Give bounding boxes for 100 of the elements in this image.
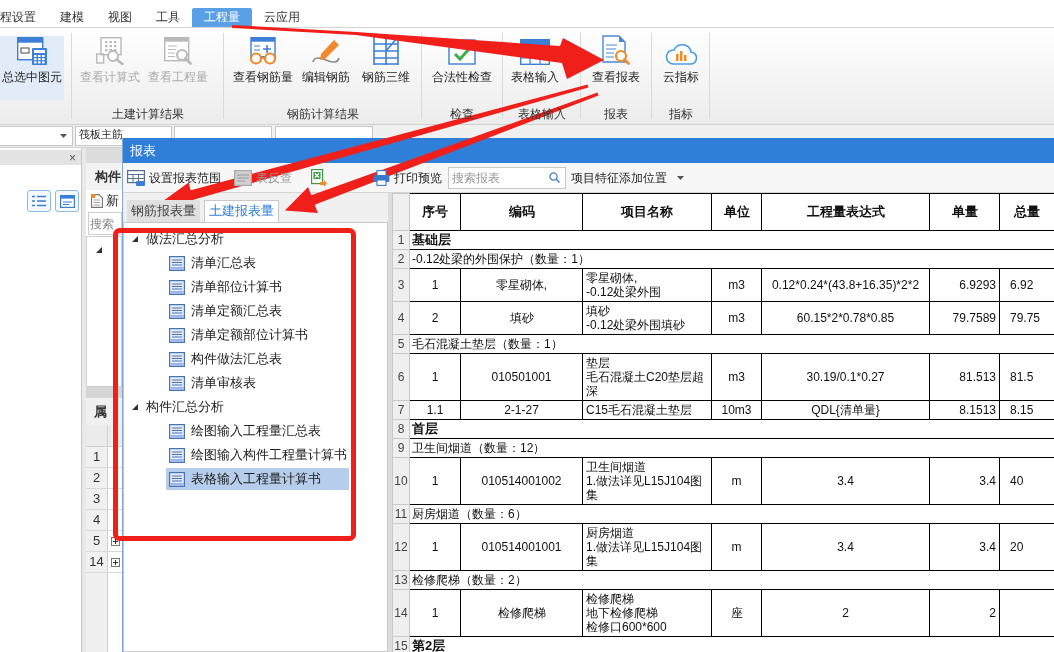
table-cell: 2-1-27 (460, 400, 583, 420)
window-view-button[interactable] (55, 190, 79, 212)
ribbon-button[interactable]: 云指标 (656, 36, 706, 100)
text-line: 1.做法详见L15J104图集 (586, 540, 704, 568)
search-field[interactable]: 搜索 (88, 212, 122, 235)
close-button[interactable]: × (69, 151, 76, 164)
tree-item[interactable]: 做法汇总分析 (145, 229, 225, 249)
dropdown-button[interactable]: 项目特征添加位置 (571, 168, 684, 187)
table-cell: 010501001 (460, 353, 583, 401)
table-cell: 1 (409, 268, 461, 302)
text-line: 垫层 (586, 356, 610, 370)
scaffold-icon (372, 37, 400, 65)
floor-heading: 基础层 (409, 230, 1054, 250)
text-line: 1.做法详见L15J104图集 (586, 474, 704, 502)
text-line: 毛石混凝土C20垫层超深 (586, 370, 705, 398)
grid-magnifier-icon (96, 37, 124, 65)
table-cell: 1 (409, 589, 461, 637)
group-label: 指标 (668, 106, 693, 123)
floor-heading: 首层 (409, 419, 1054, 439)
expand-caret-icon[interactable] (132, 404, 138, 410)
menu-tab[interactable]: 程设置 (0, 8, 48, 27)
table-cell: 81.513 (929, 353, 1000, 401)
ribbon-button[interactable]: 钢筋三维 (356, 36, 416, 100)
cloud-chart-icon (665, 44, 697, 65)
column-header: 单位 (711, 193, 762, 231)
tree-item[interactable]: 清单定额汇总表 (166, 300, 310, 322)
text-line: 检修爬梯 (586, 592, 634, 606)
table-cell: 1 (409, 353, 461, 401)
table-cell: 60.15*2*0.78*0.85 (761, 301, 930, 335)
splitter-bar[interactable] (86, 387, 122, 398)
list-icon (32, 195, 46, 207)
document-list-icon (169, 255, 185, 271)
menu-tab[interactable]: 建模 (48, 8, 96, 27)
table-cell: 填砂 (460, 301, 583, 335)
expand-caret-icon[interactable] (132, 236, 138, 242)
tree-item[interactable]: 表格输入工程量计算书 (166, 468, 349, 490)
table-cell: 3.4 (929, 457, 1000, 505)
row-number: 1 (86, 447, 108, 467)
table-cell: 1 (409, 457, 461, 505)
tree-item[interactable]: 构件汇总分析 (145, 397, 225, 417)
table-cell: m3 (711, 301, 762, 335)
tree-item[interactable]: 构件做法汇总表 (166, 348, 310, 370)
panel-title: 属 (94, 402, 107, 421)
table-cell: m (711, 523, 762, 571)
search-field[interactable]: 搜索报表 (448, 166, 566, 189)
tree-item[interactable]: 清单定额部位计算书 (166, 324, 336, 346)
column-header: 单量 (929, 193, 1000, 231)
table-cell: 零星砌体, (460, 268, 583, 302)
table-cell: 010514001002 (460, 457, 583, 505)
expand-plus-icon[interactable] (111, 536, 120, 546)
table-cell: 2 (929, 589, 1000, 637)
table-cell: 2 (409, 301, 461, 335)
document-list-icon (169, 423, 185, 439)
tab[interactable]: 钢筋报表量 (127, 200, 200, 222)
toolbar-button[interactable] (309, 166, 329, 189)
row-number: 4 (392, 301, 410, 335)
ribbon-button[interactable]: 查看钢筋量 (230, 36, 296, 100)
list-view-button[interactable] (27, 190, 51, 212)
text-line: C15毛石混凝土垫层 (586, 403, 692, 417)
expand-caret-icon[interactable] (96, 247, 102, 253)
text-line: 厨房烟道 (586, 526, 634, 540)
tree-item[interactable]: 绘图输入构件工程量计算书 (166, 444, 375, 466)
document-list-icon (169, 471, 185, 487)
menu-tab[interactable]: 工具 (144, 8, 192, 27)
ribbon-button[interactable]: 总选中图元 (0, 36, 64, 100)
table-cell: 座 (711, 589, 762, 637)
tree-item[interactable]: 清单审核表 (166, 372, 284, 394)
row-number: 2 (86, 468, 108, 488)
expand-plus-icon[interactable] (111, 557, 120, 567)
text-line: -0.12处梁外围填砂 (586, 318, 686, 332)
table-cell: 010514001001 (460, 523, 583, 571)
dropdown-caret-icon (60, 134, 67, 138)
menu-tab[interactable]: 云应用 (252, 8, 312, 27)
dropdown-field[interactable] (0, 126, 73, 146)
row-number: 6 (392, 353, 410, 401)
column-header: 总量 (999, 193, 1054, 231)
group-label: 土建计算结果 (111, 106, 184, 123)
table-cell: m3 (711, 353, 762, 401)
menu-tab[interactable]: 视图 (96, 8, 144, 27)
window-icon (59, 194, 75, 208)
group-label: 钢筋计算结果 (286, 106, 359, 123)
table-cell: 1 (409, 523, 461, 571)
text-line: 填砂 (586, 304, 610, 318)
table-cell: 10m3 (711, 400, 762, 420)
row-number: 5 (86, 531, 108, 551)
ribbon-button[interactable]: 编辑钢筋 (296, 36, 356, 100)
row-number: 3 (392, 268, 410, 302)
table-cell: m3 (711, 268, 762, 302)
table-cell: 3.4 (929, 523, 1000, 571)
column-header: 编码 (460, 193, 583, 231)
tab[interactable]: 土建报表量 (204, 200, 279, 222)
row-number: 12 (392, 523, 410, 571)
tree-item[interactable]: 清单汇总表 (166, 252, 284, 274)
row-number: 10 (392, 457, 410, 505)
table-cell: 2 (761, 589, 930, 637)
tree-item[interactable]: 绘图输入工程量汇总表 (166, 420, 349, 442)
tree-item[interactable]: 清单部位计算书 (166, 276, 310, 298)
row-number: 14 (86, 552, 108, 572)
spreadsheet-export-icon (311, 168, 327, 187)
new-button[interactable]: 新 (91, 191, 119, 211)
